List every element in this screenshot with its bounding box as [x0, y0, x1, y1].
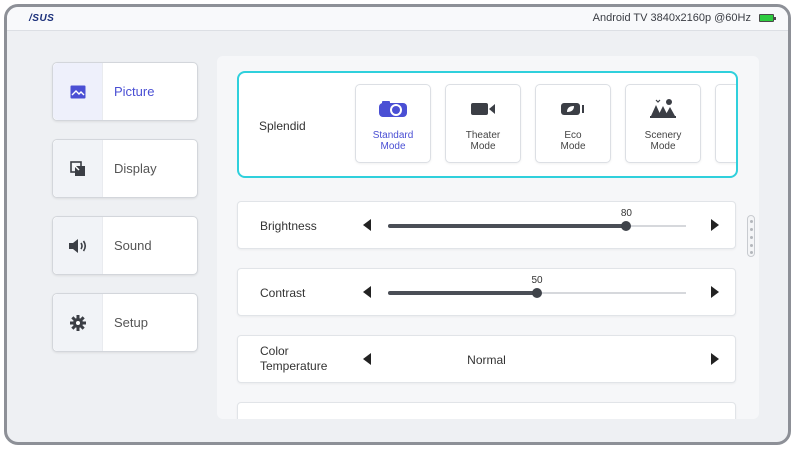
contrast-slider[interactable]: 50	[388, 275, 686, 298]
mode-label: Standard Mode	[372, 130, 414, 152]
contrast-increase-arrow[interactable]	[711, 286, 719, 298]
sidebar-item-label: Setup	[114, 315, 148, 330]
eco-icon	[561, 103, 584, 115]
camera-icon	[471, 103, 495, 115]
sidebar-item-display[interactable]: Display	[52, 139, 198, 198]
contrast-value: 50	[531, 275, 543, 286]
mode-next-partial[interactable]	[715, 84, 736, 163]
signal-info-text: Android TV 3840x2160p @60Hz	[592, 12, 751, 24]
contrast-slider-knob[interactable]	[532, 288, 542, 298]
mode-scenery[interactable]: Scenery Mode	[625, 84, 701, 163]
sidebar-item-label: Sound	[114, 238, 152, 253]
picture-icon	[70, 85, 85, 98]
mode-theater[interactable]: Theater Mode	[445, 84, 521, 163]
settings-panel: Splendid Standard Mode Theater Mode Eco …	[217, 56, 759, 419]
brightness-slider[interactable]: 80	[388, 208, 686, 231]
sound-icon	[68, 238, 86, 253]
gear-icon	[69, 314, 86, 331]
splendid-mode-selector: Splendid Standard Mode Theater Mode Eco …	[237, 71, 738, 178]
brightness-increase-arrow[interactable]	[711, 219, 719, 231]
display-icon	[69, 160, 85, 176]
color-temperature-next-arrow[interactable]	[711, 353, 719, 365]
mode-label: Theater Mode	[465, 130, 501, 152]
contrast-row[interactable]: Contrast 50	[237, 268, 736, 316]
brightness-value: 80	[620, 208, 632, 219]
scenery-icon	[650, 99, 676, 118]
brightness-row[interactable]: Brightness 80	[237, 201, 736, 249]
scroll-indicator[interactable]	[747, 215, 755, 257]
brightness-slider-knob[interactable]	[621, 221, 632, 231]
brightness-label: Brightness	[260, 219, 317, 233]
sidebar-item-label: Picture	[114, 84, 155, 99]
brightness-slider-fill	[388, 224, 627, 228]
sidebar-item-label: Display	[114, 161, 157, 176]
splendid-title: Splendid	[259, 119, 306, 133]
mode-label: Eco Mode	[560, 130, 586, 152]
color-temperature-row[interactable]: Color Temperature Normal	[237, 335, 736, 383]
device-frame: /SUS Android TV 3840x2160p @60Hz Picture	[4, 4, 791, 445]
mode-standard[interactable]: Standard Mode	[355, 84, 431, 163]
battery-icon	[759, 14, 776, 22]
brightness-decrease-arrow[interactable]	[363, 219, 371, 231]
color-temperature-value: Normal	[467, 353, 506, 367]
mode-label: Scenery Mode	[644, 130, 682, 152]
contrast-decrease-arrow[interactable]	[363, 286, 371, 298]
projector-icon	[379, 101, 407, 117]
status-info: Android TV 3840x2160p @60Hz	[592, 12, 776, 24]
sidebar-item-setup[interactable]: Setup	[52, 293, 198, 352]
brand-logo: /SUS	[29, 13, 55, 24]
sidebar-item-picture[interactable]: Picture	[52, 62, 198, 121]
next-setting-row-partial[interactable]	[237, 402, 736, 419]
contrast-label: Contrast	[260, 286, 306, 300]
status-bar: /SUS Android TV 3840x2160p @60Hz	[7, 7, 788, 31]
contrast-slider-fill	[388, 291, 537, 295]
sidebar-item-sound[interactable]: Sound	[52, 216, 198, 275]
mode-eco[interactable]: Eco Mode	[535, 84, 611, 163]
